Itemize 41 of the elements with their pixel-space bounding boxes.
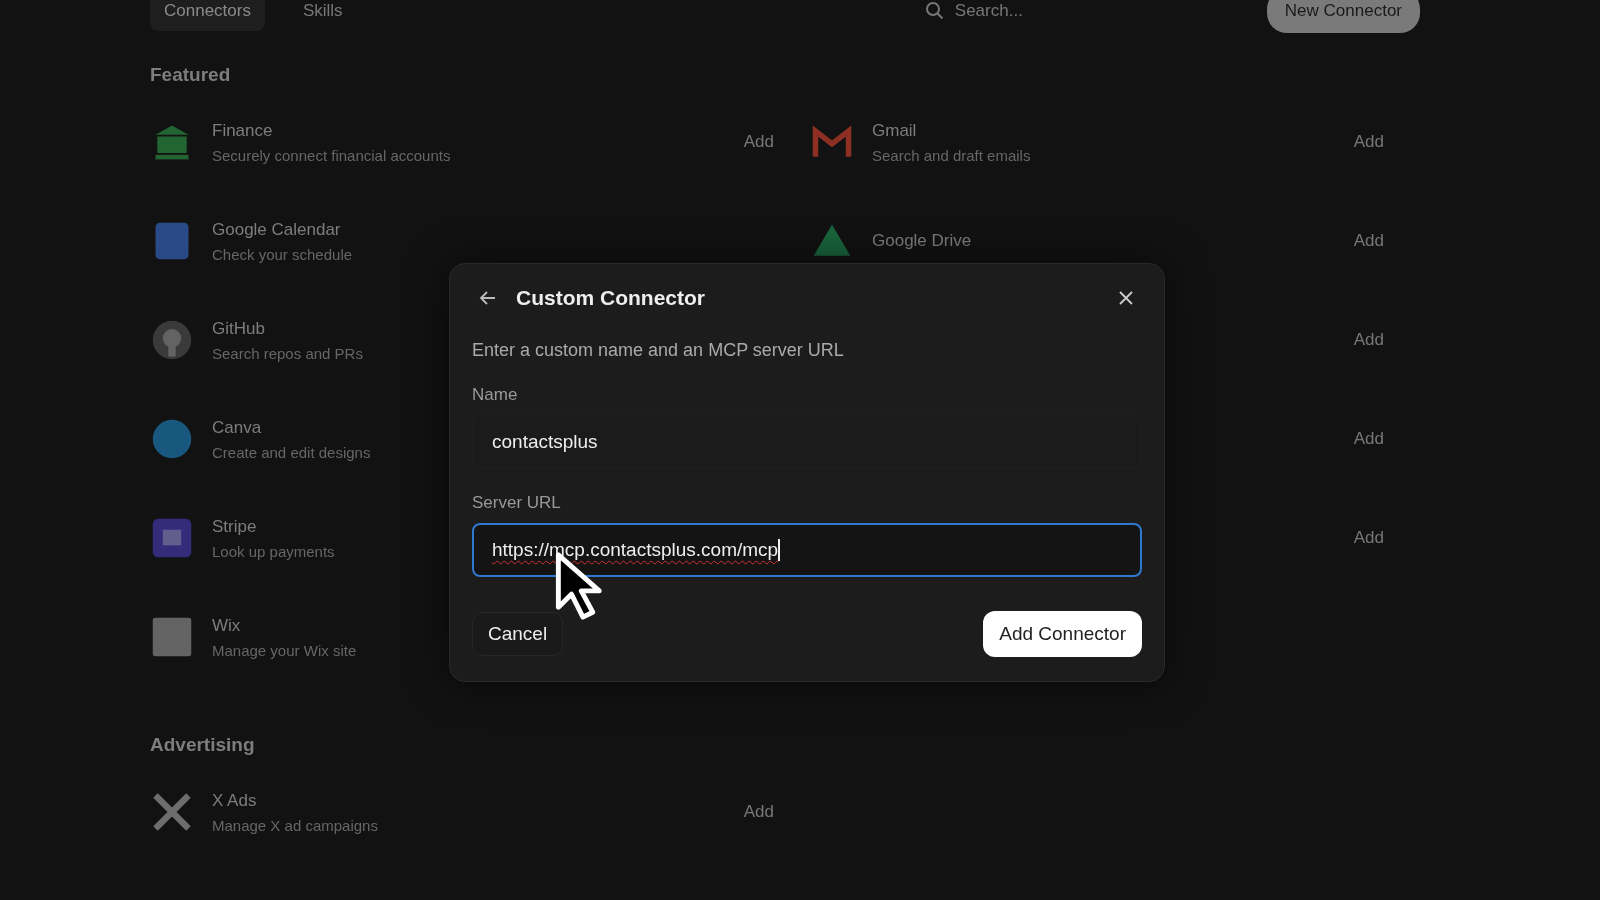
- connector-description: Securely connect financial accounts: [212, 146, 451, 164]
- connector-name: Stripe: [212, 516, 257, 537]
- connector-name: Google Drive: [872, 231, 972, 251]
- dialog-subtitle: Enter a custom name and an MCP server URL: [472, 340, 845, 361]
- search-icon: [924, 1, 945, 21]
- section-heading: Featured: [150, 64, 231, 86]
- connector-name: Canva: [212, 417, 262, 438]
- field-label: Server URL: [472, 493, 562, 513]
- add-button[interactable]: Add: [1347, 230, 1390, 252]
- add-button[interactable]: Add: [1347, 329, 1390, 351]
- connector-name: Finance: [212, 120, 273, 141]
- connector-description: Manage your Wix site: [212, 641, 357, 659]
- add-button[interactable]: Add: [1347, 428, 1390, 450]
- connector-description: Look up payments: [212, 542, 335, 560]
- add-button[interactable]: Add: [1347, 527, 1390, 549]
- connector-description: Search and draft emails: [872, 146, 1031, 164]
- connector-description: Check your schedule: [212, 245, 353, 263]
- tab[interactable]: Connectors: [150, 0, 265, 31]
- cancel-button[interactable]: Cancel: [472, 612, 564, 656]
- section-heading: Advertising: [150, 734, 255, 756]
- connector-name: Google Calendar: [212, 219, 341, 240]
- add-button[interactable]: Add: [737, 801, 780, 823]
- connector-name: X Ads: [212, 790, 257, 811]
- add-button[interactable]: Add: [1347, 131, 1390, 153]
- square-icon: [150, 615, 194, 659]
- circle-icon: [150, 417, 194, 461]
- card-icon: [150, 516, 194, 560]
- new-connector-button[interactable]: New Connector: [1266, 0, 1420, 33]
- connector-name: GitHub: [212, 318, 265, 339]
- connector-description: Manage X ad campaigns: [212, 816, 378, 834]
- connector-description: Search repos and PRs: [212, 344, 363, 362]
- add-connector-button[interactable]: Add Connector: [983, 611, 1142, 657]
- dialog-title: Custom Connector: [516, 286, 705, 310]
- connector-name: Wix: [212, 615, 241, 636]
- input-field[interactable]: https://mcp.contactsplus.com/mcp: [472, 523, 1142, 577]
- add-button[interactable]: Add: [737, 131, 780, 153]
- connector-description: Create and edit designs: [212, 443, 371, 461]
- search-field[interactable]: Search...: [952, 0, 1067, 22]
- connector-name: Gmail: [872, 120, 917, 141]
- field-label: Name: [472, 385, 519, 405]
- tab[interactable]: Skills: [288, 0, 357, 31]
